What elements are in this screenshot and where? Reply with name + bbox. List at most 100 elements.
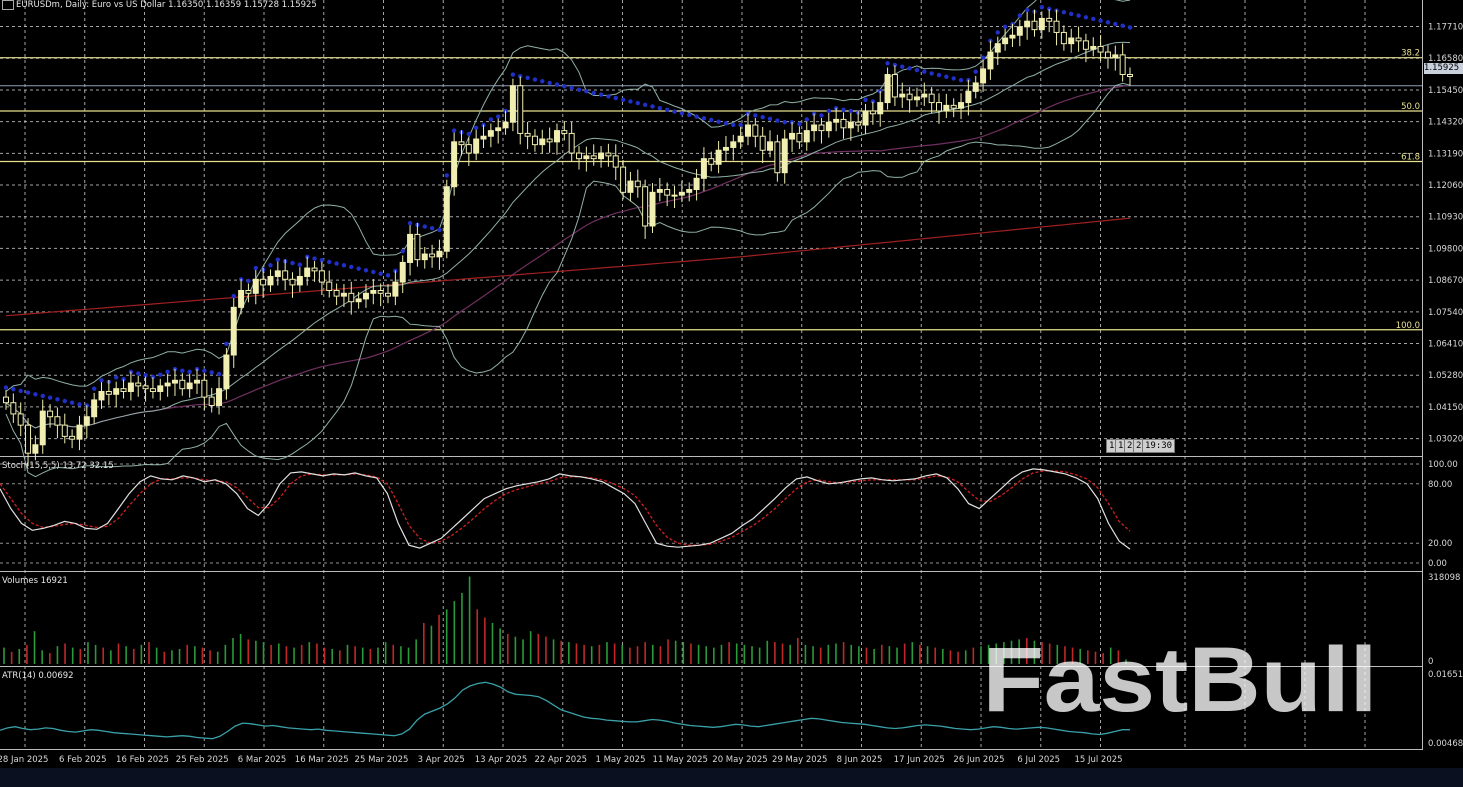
sar-dot (613, 95, 618, 101)
sar-dot (99, 378, 104, 383)
sar-dot (841, 107, 846, 113)
chart-badge: 19:30 (1142, 439, 1176, 453)
sar-dot (635, 100, 640, 106)
sar-dot (907, 66, 912, 71)
candle-body (862, 110, 869, 126)
sar-dot (562, 84, 567, 89)
sar-dot (187, 369, 192, 375)
candle-body (171, 379, 178, 384)
candle-body (1104, 51, 1111, 59)
candle-body (634, 180, 641, 188)
sar-dot (378, 271, 383, 276)
candle-body (730, 141, 737, 148)
sar-dot (180, 368, 185, 373)
sar-dot (312, 256, 317, 261)
trading-chart[interactable]: 38.2 50.0 61.8 100.0 1.17710 1.16580 1.15450 1.… (0, 0, 1463, 787)
sar-dot (797, 121, 802, 127)
candle-body (524, 132, 531, 137)
candle-body (752, 124, 759, 137)
candle-body (1082, 40, 1089, 50)
candle-body (568, 132, 575, 154)
candle-body (83, 416, 90, 426)
sar-dot (437, 227, 442, 233)
atr-axis-min: 0.00468 (1428, 739, 1463, 749)
candle-body (899, 93, 906, 98)
candle-body (1009, 34, 1016, 39)
candle-body (789, 132, 796, 140)
candle-body (715, 149, 722, 165)
sar-dot (532, 77, 538, 82)
candle-body (884, 74, 891, 104)
sar-dot (709, 117, 714, 123)
sar-dot (576, 87, 582, 92)
price-axis-label: 1.04150 (1428, 403, 1463, 413)
sar-dot (980, 55, 986, 60)
candle-body (605, 152, 612, 157)
candle-body (700, 158, 707, 179)
candle-body (480, 135, 487, 140)
candle-body (678, 191, 685, 196)
sar-dot (1002, 24, 1008, 30)
sar-dot (290, 260, 295, 266)
sar-dot (40, 393, 45, 399)
candle-body (642, 186, 649, 227)
candle-body (120, 388, 127, 392)
sar-dot (231, 293, 236, 299)
candle-body (612, 155, 619, 168)
candle-body (355, 298, 362, 303)
sar-dot (33, 392, 38, 397)
candle-body (385, 292, 392, 297)
candle-body (803, 130, 810, 143)
candle-body (708, 158, 715, 165)
sar-dot (753, 113, 758, 118)
sar-dot (540, 79, 545, 84)
candle-body (407, 233, 414, 263)
candle-body (855, 121, 862, 126)
candle-body (590, 155, 597, 160)
candle-body (61, 424, 68, 437)
price-axis-label: 1.03020 (1428, 435, 1463, 445)
candle-body (39, 410, 46, 446)
sar-dot (3, 385, 9, 390)
sar-dot (224, 341, 229, 346)
sar-dot (1105, 20, 1111, 25)
sar-dot (944, 74, 949, 79)
date-axis-label: 15 Jul 2025 (1074, 755, 1122, 765)
sar-dot (1098, 18, 1103, 23)
sar-dot (356, 266, 361, 271)
candle-body (296, 275, 303, 286)
sar-dot (209, 370, 214, 375)
sar-dot (158, 372, 163, 377)
candle-body (157, 385, 164, 392)
candle-body (274, 270, 281, 277)
sar-dot (672, 109, 677, 114)
volume-axis-min: 0 (1428, 657, 1433, 667)
candle-body (245, 290, 252, 294)
candle-body (576, 152, 583, 160)
sar-dot (1039, 4, 1045, 10)
candle-body (781, 138, 788, 174)
sar-dot (848, 108, 854, 114)
candle-body (3, 396, 9, 404)
candle-body (370, 290, 377, 294)
candle-body (722, 146, 729, 151)
sar-dot (1061, 10, 1067, 15)
candle-body (980, 68, 987, 84)
candle-body (987, 51, 994, 70)
sar-dot (165, 369, 170, 375)
sar-dot (664, 107, 670, 113)
sar-dot (885, 61, 890, 66)
candle-body (553, 130, 560, 143)
fib-label-100.0: 100.0 (1396, 321, 1420, 331)
candle-body (392, 281, 399, 297)
sar-dot (936, 72, 942, 78)
candle-body (583, 155, 590, 160)
sar-dot (1024, 7, 1030, 13)
stoch-main-line (0, 468, 1131, 550)
candle-body (414, 233, 421, 261)
sar-dot (488, 117, 494, 122)
date-axis-label: 16 Feb 2025 (116, 755, 169, 765)
candle-body (891, 74, 898, 98)
fib-label-50.0: 50.0 (1401, 102, 1420, 112)
candle-body (362, 292, 369, 300)
